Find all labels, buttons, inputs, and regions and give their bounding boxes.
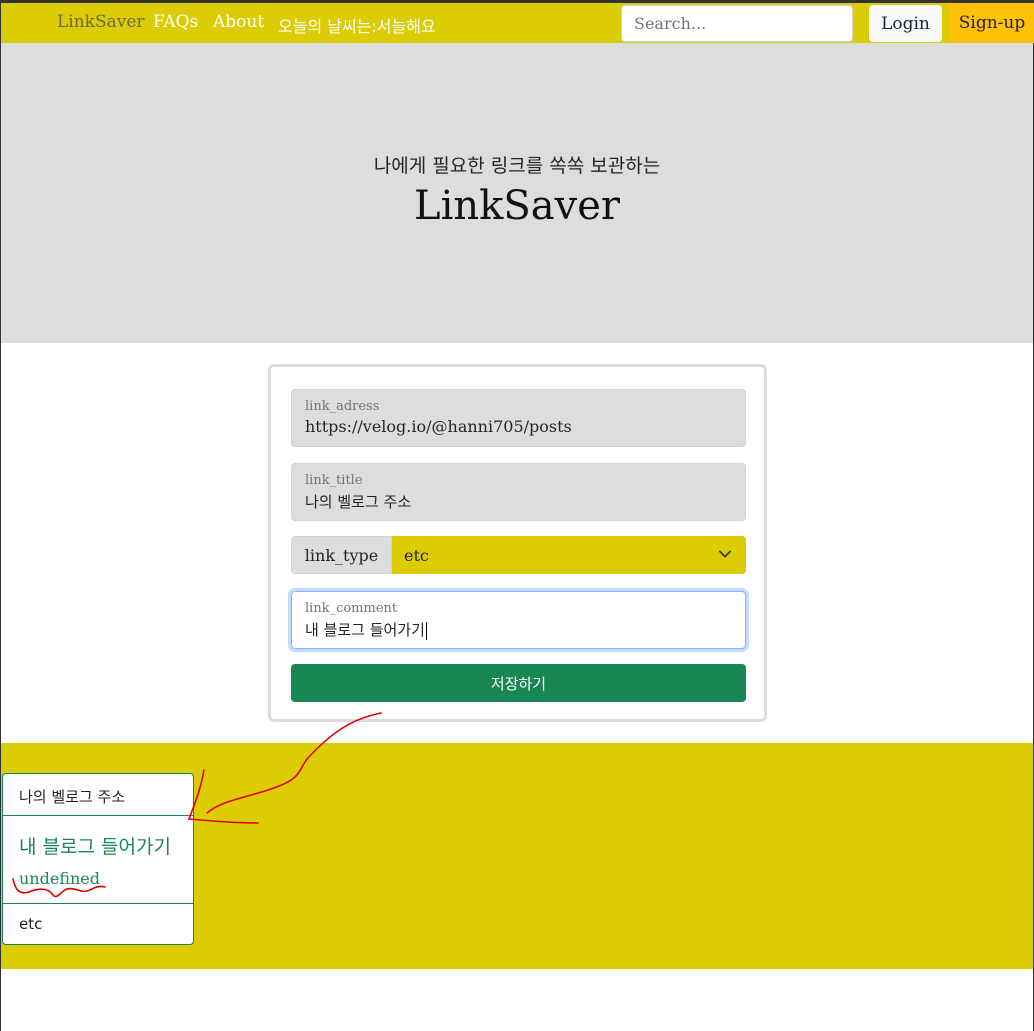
hero-title: LinkSaver: [414, 183, 620, 229]
card-title: 내 블로그 들어가기: [19, 836, 171, 858]
link-title-value: 나의 벨로그 주소: [305, 493, 412, 511]
signup-button[interactable]: Sign-up: [950, 3, 1034, 43]
link-type-group: link_type etc: [291, 536, 746, 574]
hero-banner: 나에게 필요한 링크를 쏙쏙 보관하는 LinkSaver: [1, 43, 1033, 343]
link-card[interactable]: 나의 벨로그 주소 내 블로그 들어가기 undefined etc: [2, 773, 194, 945]
saved-links-section: 나의 벨로그 주소 내 블로그 들어가기 undefined etc: [1, 743, 1033, 969]
link-title-field[interactable]: link_title 나의 벨로그 주소: [291, 463, 746, 521]
card-header: 나의 벨로그 주소: [3, 774, 193, 816]
save-button[interactable]: 저장하기: [291, 664, 746, 702]
card-text: undefined: [19, 869, 101, 888]
link-type-label: link_type: [291, 536, 392, 574]
link-comment-label: link_comment: [305, 601, 398, 616]
link-comment-value-wrap: 내 블로그 들어가기: [305, 619, 427, 640]
link-address-label: link_adress: [305, 399, 380, 414]
search-input[interactable]: [621, 5, 853, 42]
chevron-down-icon: [718, 550, 732, 558]
nav-link-about[interactable]: About: [213, 12, 264, 32]
link-title-label: link_title: [305, 473, 363, 488]
link-form: link_adress https://velog.io/@hanni705/p…: [268, 364, 767, 722]
card-body: 내 블로그 들어가기 undefined: [3, 816, 193, 904]
link-address-value: https://velog.io/@hanni705/posts: [305, 417, 572, 436]
link-type-selected: etc: [404, 545, 429, 565]
nav-link-faqs[interactable]: FAQs: [153, 12, 198, 32]
text-caret: [425, 621, 427, 640]
link-address-field[interactable]: link_adress https://velog.io/@hanni705/p…: [291, 389, 746, 447]
link-type-select[interactable]: etc: [392, 536, 746, 574]
hero-subtitle: 나에게 필요한 링크를 쏙쏙 보관하는: [373, 155, 661, 177]
link-comment-value: 내 블로그 들어가기: [305, 621, 425, 639]
login-button[interactable]: Login: [869, 5, 942, 42]
card-footer: etc: [19, 915, 43, 933]
nav-link-weather[interactable]: 오늘의 날씨는:서늘해요: [278, 13, 436, 37]
navbar: LinkSaver FAQs About 오늘의 날씨는:서늘해요 Login …: [1, 3, 1034, 43]
nav-brand-link[interactable]: LinkSaver: [57, 12, 145, 32]
link-comment-field[interactable]: link_comment 내 블로그 들어가기: [291, 591, 746, 649]
